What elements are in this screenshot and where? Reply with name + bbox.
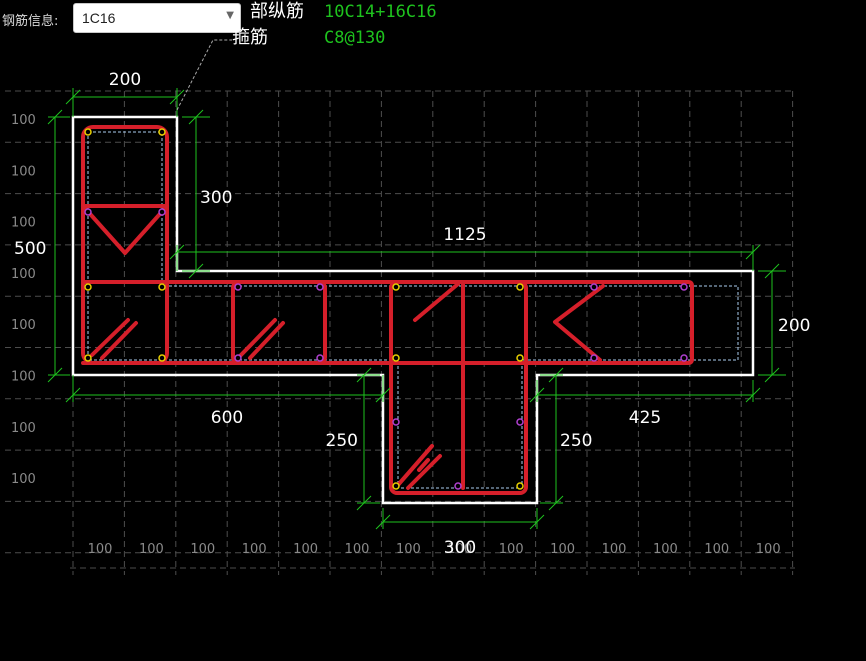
rebar-side-point [234, 354, 242, 362]
hook-web-bottom [396, 444, 442, 490]
dim-top-flange-width: 200 [109, 70, 141, 90]
grid-left-labels: 100 100 100 100 100 100 100 100 [11, 113, 36, 487]
rebar-stirrups [81, 125, 694, 495]
rebar-corner-point [516, 354, 524, 362]
rebar-side-point [516, 418, 524, 426]
grid-bottom-label: 100 [242, 542, 267, 557]
stirrup-horizontal [81, 280, 694, 365]
cover-lines [87, 131, 739, 489]
rebar-side-point [234, 283, 242, 291]
rebar-corner-point [392, 482, 400, 490]
grid-bottom-label: 100 [602, 542, 627, 557]
dim-web-width: 300 [444, 538, 476, 558]
rebar-corner-point [158, 283, 166, 291]
rebar-side-point [680, 283, 688, 291]
longitudinal-rebar-label: 部纵筋 [250, 1, 304, 22]
dim-web-right-height: 250 [560, 431, 592, 451]
dim-top-flange-height: 300 [200, 188, 232, 208]
grid-left-label: 100 [11, 472, 36, 487]
grid-left-label: 100 [11, 113, 36, 128]
rebar-corner-point [84, 354, 92, 362]
grid-left-label: 100 [11, 421, 36, 436]
rebar-side-point [454, 482, 462, 490]
grid-bottom-label: 100 [704, 542, 729, 557]
dim-right-width: 1125 [443, 225, 486, 245]
rebar-corner-point [84, 128, 92, 136]
rebar-side-point [590, 283, 598, 291]
stirrup-value: C8@130 [324, 28, 385, 48]
grid-bottom-label: 100 [396, 542, 421, 557]
stirrup-label: 箍筋 [232, 27, 268, 48]
rebar-side-point [316, 283, 324, 291]
grid-left-label: 100 [11, 164, 36, 179]
longitudinal-rebar-value: 10C14+16C16 [324, 2, 437, 22]
rebar-corner-point [516, 283, 524, 291]
grid-left-label: 100 [11, 370, 36, 385]
hook-web-top [413, 282, 460, 322]
stirrup-web [389, 280, 528, 495]
dim-web-left-height: 250 [326, 431, 358, 451]
rebar-corner-point [158, 354, 166, 362]
rebar-side-point [316, 354, 324, 362]
rebar-corner-point [516, 482, 524, 490]
grid-bottom-label: 100 [756, 542, 781, 557]
grid-bottom-label: 100 [550, 542, 575, 557]
grid-bottom-label: 100 [190, 542, 215, 557]
grid-bottom-label: 100 [499, 542, 524, 557]
hook-left [90, 318, 138, 360]
section-drawing: 100100100100100100100100 100 100 100 100 100… [5, 1, 810, 575]
rebar-corner-point [84, 283, 92, 291]
dim-left-total-height: 500 [14, 239, 46, 259]
rebar-corner-point [392, 354, 400, 362]
dim-left-bottom-width: 600 [211, 408, 243, 428]
hook-mid [238, 318, 285, 360]
grid-left-label: 100 [11, 216, 36, 231]
rebar-side-point [84, 208, 92, 216]
stirrup-left-triangle [81, 204, 169, 255]
grid-left-label: 100 [11, 318, 36, 333]
section-outline [71, 115, 755, 505]
rebar-side-point [392, 418, 400, 426]
dim-right-bottom-width: 425 [629, 408, 661, 428]
rebar-corner-point [158, 128, 166, 136]
rebar-corner-point [392, 283, 400, 291]
grid-bottom-labels: 100 100 100 100 100 100 100 100 100 100 100 100 100 1… [88, 542, 781, 557]
rebar-side-point [590, 354, 598, 362]
grid-bottom-label: 100 [139, 542, 164, 557]
leader-line [176, 39, 232, 111]
rebar-side-point [158, 208, 166, 216]
grid-left-label: 100 [11, 267, 36, 282]
grid-bottom-label: 100 [653, 542, 678, 557]
rebar-side-point [680, 354, 688, 362]
grid-bottom-label: 100 [88, 542, 113, 557]
grid-bottom-label: 100 [293, 542, 318, 557]
grid-bottom-label: 100 [345, 542, 370, 557]
dim-right-height: 200 [778, 316, 810, 336]
stirrup-right-triangle [553, 284, 605, 362]
